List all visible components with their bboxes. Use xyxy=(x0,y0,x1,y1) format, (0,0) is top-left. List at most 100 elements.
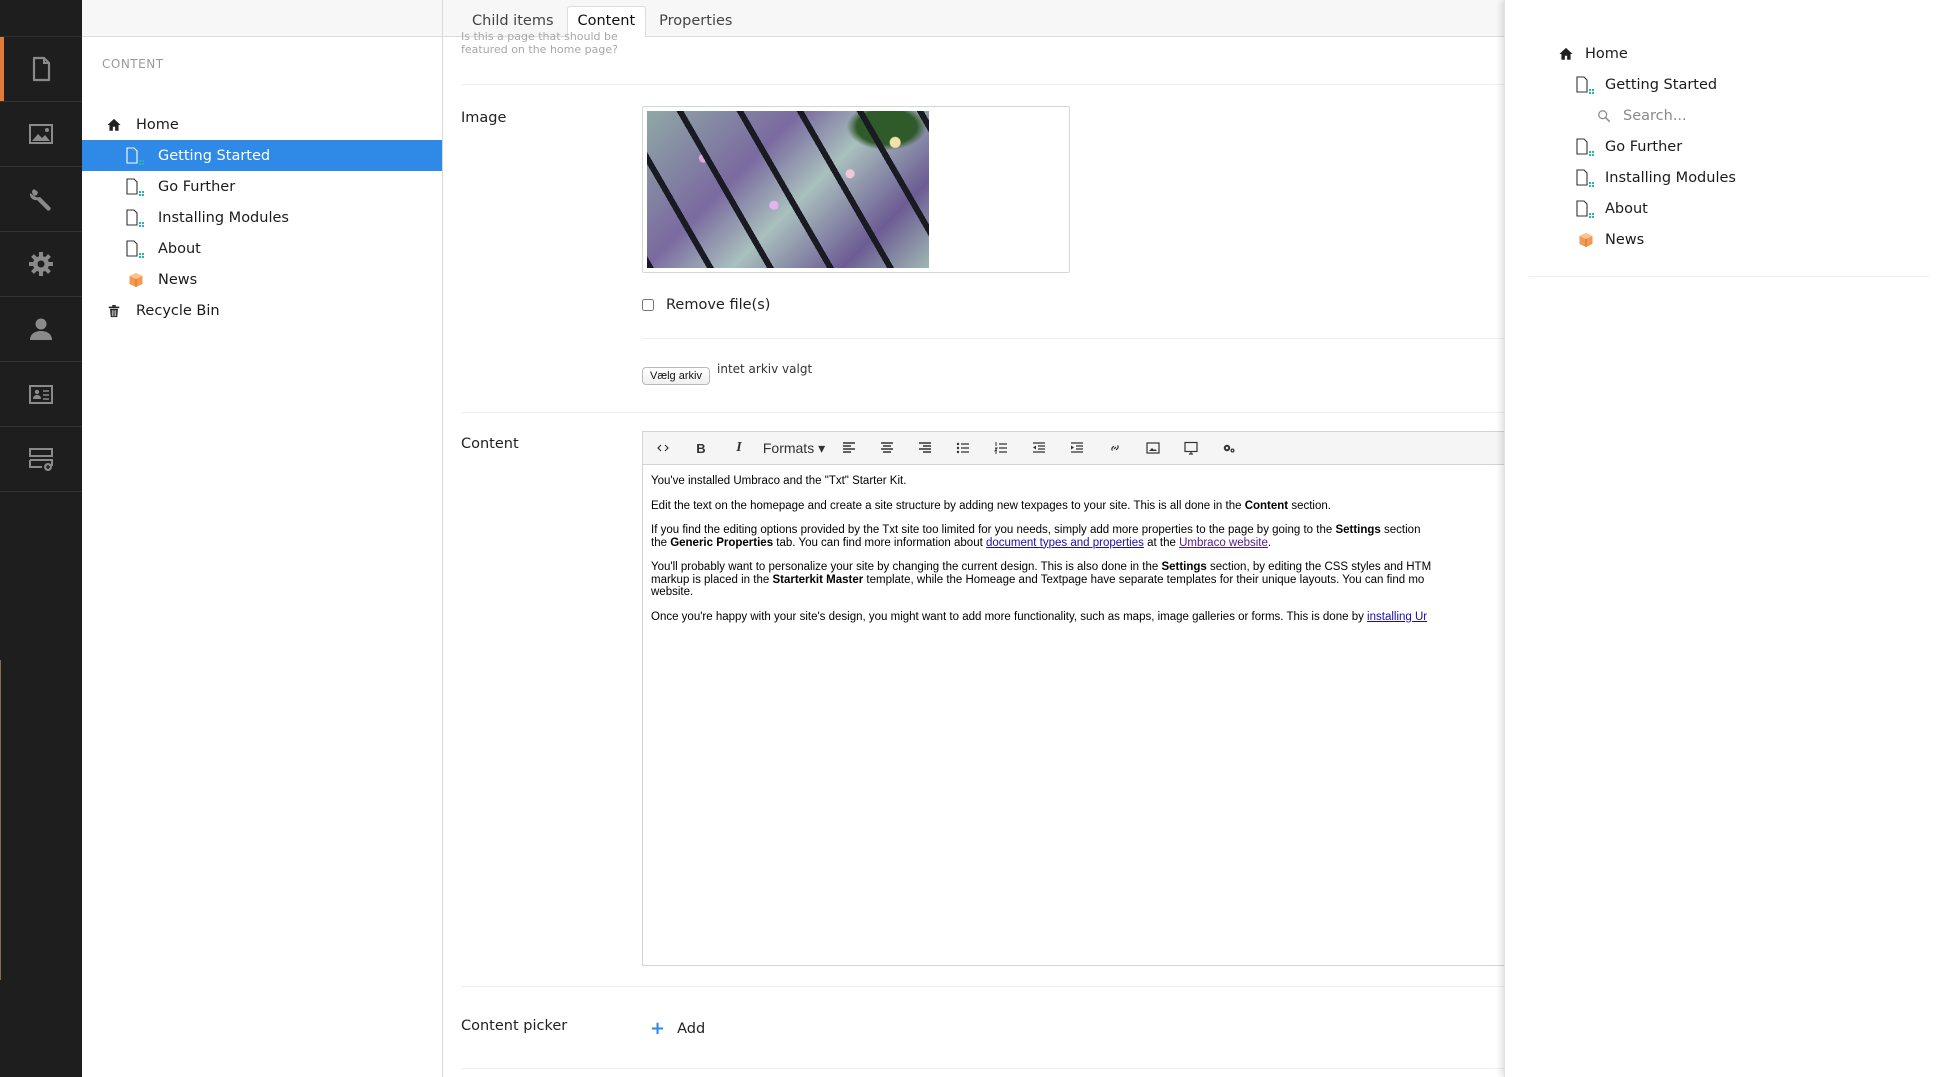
image-thumbnail[interactable] xyxy=(647,111,929,268)
document-icon xyxy=(1575,138,1597,156)
bold-text: Generic Properties xyxy=(670,536,774,549)
rich-text-editor[interactable]: B I Formats ▾ You've installed Umbraco a… xyxy=(642,431,1504,966)
document-icon xyxy=(32,56,51,82)
italic-button[interactable]: I xyxy=(721,434,757,462)
home-icon xyxy=(102,116,126,134)
tree-item-news[interactable]: News xyxy=(82,264,442,295)
outdent-button[interactable] xyxy=(1021,434,1057,462)
align-center-button[interactable] xyxy=(869,434,905,462)
picker-item-about[interactable]: About xyxy=(1575,200,1648,218)
bold-button[interactable]: B xyxy=(683,434,719,462)
remove-files-checkbox[interactable]: Remove file(s) xyxy=(642,297,770,313)
align-center-icon xyxy=(881,442,893,453)
tree-item-about[interactable]: About xyxy=(82,233,442,264)
tree-item-label: Recycle Bin xyxy=(136,302,220,319)
image-icon xyxy=(1146,442,1160,454)
section-forms[interactable] xyxy=(0,427,82,492)
add-form-icon xyxy=(29,448,53,471)
add-label: Add xyxy=(677,1020,706,1037)
link-button[interactable] xyxy=(1097,434,1133,462)
text: . xyxy=(1267,536,1272,549)
numbered-list-icon xyxy=(994,442,1007,454)
picker-item-go-further[interactable]: Go Further xyxy=(1575,138,1682,156)
formats-dropdown[interactable]: Formats ▾ xyxy=(759,434,829,462)
image-label: Image xyxy=(461,110,507,126)
content-editor: Child items Content Properties Is this a… xyxy=(443,0,1504,1077)
embed-media-button[interactable] xyxy=(1173,434,1209,462)
tree-item-installing-modules[interactable]: Installing Modules xyxy=(82,202,442,233)
bold-text: Starterkit Master xyxy=(772,573,864,586)
section-content[interactable] xyxy=(0,37,82,102)
picker-search-placeholder[interactable]: Search... xyxy=(1623,108,1687,124)
picker-item-label: About xyxy=(1605,201,1648,217)
numbered-list-button[interactable] xyxy=(983,434,1019,462)
indent-icon xyxy=(1071,442,1083,453)
trash-icon xyxy=(102,302,126,320)
picker-item-label: Go Further xyxy=(1605,139,1683,155)
section-users[interactable] xyxy=(0,297,82,362)
source-code-button[interactable] xyxy=(645,434,681,462)
code-icon xyxy=(657,444,669,452)
rte-toolbar: B I Formats ▾ xyxy=(643,432,1504,465)
rte-body[interactable]: You've installed Umbraco and the "Txt" S… xyxy=(643,465,1504,645)
picker-item-label: Getting Started xyxy=(1605,77,1718,93)
section-members[interactable] xyxy=(0,362,82,427)
picker-item-label: News xyxy=(1605,232,1645,248)
bold-text: Settings xyxy=(1335,524,1381,536)
text: website. xyxy=(651,586,694,598)
document-icon xyxy=(1575,169,1597,187)
divider xyxy=(461,84,1504,85)
text: the xyxy=(651,536,671,549)
link-icon xyxy=(1111,445,1119,451)
align-right-button[interactable] xyxy=(907,434,943,462)
picker-item-installing-modules[interactable]: Installing Modules xyxy=(1575,169,1736,187)
divider xyxy=(461,986,1504,987)
picker-search[interactable]: Search... xyxy=(1593,107,1687,125)
picker-item-home[interactable]: Home xyxy=(1555,45,1628,63)
image-preview-box xyxy=(642,106,1070,273)
picker-item-news[interactable]: News xyxy=(1575,231,1644,249)
section-developer[interactable] xyxy=(0,167,82,232)
document-icon xyxy=(124,178,148,196)
bullet-list-button[interactable] xyxy=(945,434,981,462)
tree-item-recycle-bin[interactable]: Recycle Bin xyxy=(82,295,442,326)
home-icon xyxy=(1555,45,1577,63)
installing-modules-link[interactable]: installing Ur xyxy=(1367,611,1427,623)
section-media[interactable] xyxy=(0,102,82,167)
rte-paragraph: Edit the text on the homepage and create… xyxy=(651,500,1504,513)
box-icon xyxy=(1575,231,1597,249)
user-icon xyxy=(30,318,52,340)
remove-files-input[interactable] xyxy=(642,299,654,311)
box-icon xyxy=(124,271,148,289)
section-sidebar-header xyxy=(0,0,82,37)
tab-properties[interactable]: Properties xyxy=(648,6,743,36)
picker-item-getting-started[interactable]: Getting Started xyxy=(1575,76,1717,94)
text: section. xyxy=(1288,499,1331,512)
rte-paragraph: Once you're happy with your site's desig… xyxy=(651,611,1504,624)
id-card-icon xyxy=(29,385,53,404)
no-file-text: intet arkiv valgt xyxy=(717,362,813,376)
content-tree-panel: CONTENT Home Getting Started Go Further … xyxy=(82,0,443,1077)
bold-text: Content xyxy=(1244,499,1289,512)
tree-item-go-further[interactable]: Go Further xyxy=(82,171,442,202)
indent-button[interactable] xyxy=(1059,434,1095,462)
insert-image-button[interactable] xyxy=(1135,434,1171,462)
align-left-button[interactable] xyxy=(831,434,867,462)
choose-file-button[interactable]: Vælg arkiv xyxy=(642,367,710,385)
content-picker-add-button[interactable]: + Add xyxy=(650,1018,705,1039)
umbraco-website-link[interactable]: Umbraco website xyxy=(1179,537,1268,549)
rte-paragraph: You've installed Umbraco and the "Txt" S… xyxy=(651,475,1504,488)
section-settings[interactable] xyxy=(0,232,82,297)
macro-button[interactable] xyxy=(1211,434,1247,462)
italic-icon: I xyxy=(736,440,742,455)
tree-item-getting-started[interactable]: Getting Started xyxy=(82,140,442,171)
section-sidebar xyxy=(0,0,82,1077)
tree-item-home[interactable]: Home xyxy=(82,109,442,140)
divider xyxy=(461,412,1504,413)
tree-item-label: Installing Modules xyxy=(158,209,289,226)
text: If you find the editing options provided… xyxy=(651,524,1336,536)
document-types-link[interactable]: document types and properties xyxy=(986,537,1144,549)
tree-header xyxy=(82,0,442,37)
bullet-list-icon xyxy=(956,442,969,454)
wrench-icon xyxy=(29,189,51,211)
